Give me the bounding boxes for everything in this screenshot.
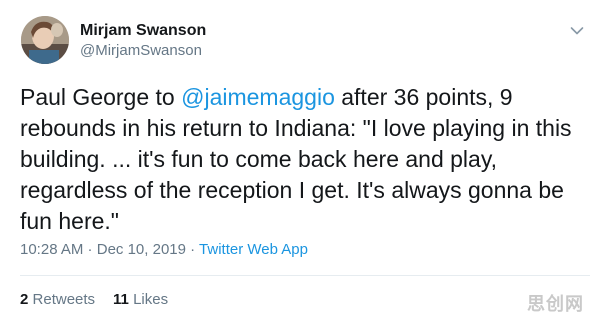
tweet-meta: 10:28 AM · Dec 10, 2019 · Twitter Web Ap… bbox=[20, 241, 308, 259]
tweet-stats: 2 Retweets 11 Likes bbox=[20, 291, 168, 309]
mention-link[interactable]: @jaimemaggio bbox=[181, 84, 335, 110]
tweet-time[interactable]: 10:28 AM bbox=[20, 241, 83, 258]
retweets-stat[interactable]: 2 Retweets bbox=[20, 291, 95, 308]
retweets-count: 2 bbox=[20, 291, 29, 308]
tweet-card: Mirjam Swanson @MirjamSwanson Paul Georg… bbox=[0, 0, 590, 318]
avatar[interactable] bbox=[21, 16, 69, 64]
tweet-text-part: Paul George to bbox=[20, 84, 182, 110]
meta-separator: · bbox=[83, 241, 97, 258]
divider bbox=[20, 275, 590, 276]
author-name[interactable]: Mirjam Swanson bbox=[80, 22, 206, 40]
watermark: 思创网 bbox=[527, 294, 584, 315]
author-handle[interactable]: @MirjamSwanson bbox=[80, 42, 202, 60]
tweet-date[interactable]: Dec 10, 2019 bbox=[97, 241, 186, 258]
likes-count: 11 bbox=[113, 291, 129, 308]
likes-label: Likes bbox=[133, 291, 169, 308]
tweet-source[interactable]: Twitter Web App bbox=[199, 241, 308, 258]
chevron-down-icon[interactable] bbox=[570, 26, 584, 36]
tweet-text: Paul George to @jaimemaggio after 36 poi… bbox=[20, 82, 575, 237]
retweets-label: Retweets bbox=[32, 291, 96, 308]
avatar-image bbox=[21, 16, 69, 64]
likes-stat[interactable]: 11 Likes bbox=[113, 291, 168, 308]
meta-separator: · bbox=[185, 241, 200, 258]
